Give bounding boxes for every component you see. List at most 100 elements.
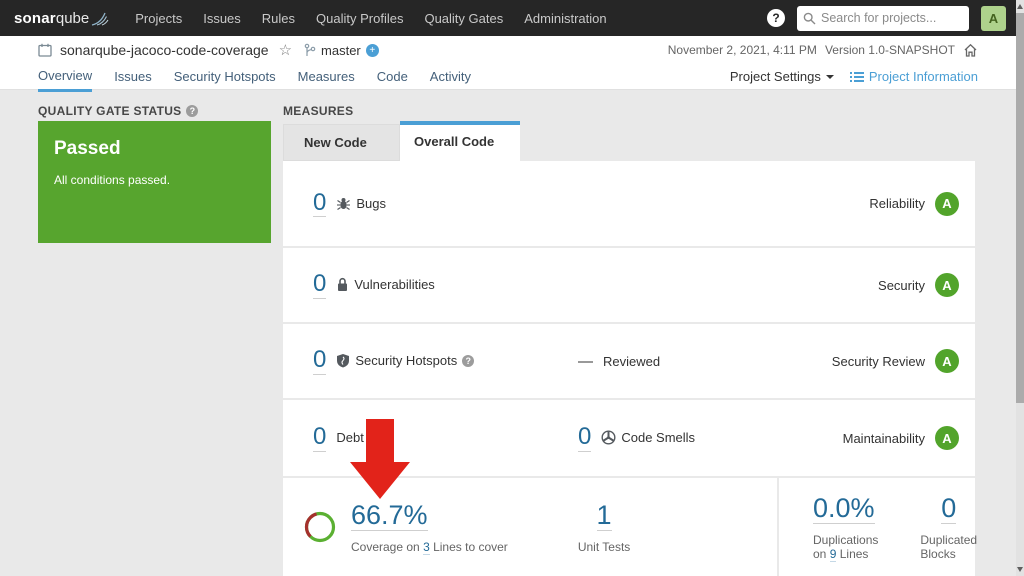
logo-text-qube: qube xyxy=(56,10,89,27)
debt-group: 0 Debt xyxy=(283,424,364,451)
maintainability-rating-badge[interactable]: A xyxy=(935,426,959,450)
quality-gate-heading-text: QUALITY GATE STATUS xyxy=(38,104,181,118)
security-label: Security xyxy=(878,278,925,293)
nav-item-administration[interactable]: Administration xyxy=(524,11,606,26)
sonarqube-app: sonarqube Projects Issues Rules Quality … xyxy=(0,0,1024,576)
code-smells-label-group: Code Smells xyxy=(601,430,695,445)
hotspots-reviewed-group: — Reviewed xyxy=(578,353,660,370)
measures-tab-overall-code[interactable]: Overall Code xyxy=(400,121,520,161)
coverage-subtext: Coverage on 3 Lines to cover xyxy=(351,540,508,554)
main-nav: Projects Issues Rules Quality Profiles Q… xyxy=(135,11,606,26)
logo-text-sonar: sonar xyxy=(14,10,56,27)
project-name[interactable]: sonarqube-jacoco-code-coverage xyxy=(60,42,269,58)
lines-to-cover-link[interactable]: 3 xyxy=(423,540,430,555)
coverage-donut-chart xyxy=(303,510,337,544)
scrollbar-thumb[interactable] xyxy=(1016,13,1024,403)
duplications-value: 0.0% xyxy=(813,493,875,524)
vulnerabilities-label: Vulnerabilities xyxy=(354,277,434,292)
shield-icon xyxy=(336,353,350,368)
tab-activity[interactable]: Activity xyxy=(430,69,471,90)
tab-overview[interactable]: Overview xyxy=(38,68,92,92)
nav-item-projects[interactable]: Projects xyxy=(135,11,182,26)
quality-gate-status-card: Passed All conditions passed. xyxy=(38,121,271,243)
project-settings-label: Project Settings xyxy=(730,69,821,84)
bug-icon xyxy=(336,196,351,211)
code-smells-count-link[interactable]: 0 xyxy=(578,424,591,451)
branch-icon xyxy=(304,43,316,57)
measures-heading-text: MEASURES xyxy=(283,104,353,118)
coverage-sub-suffix: Lines to cover xyxy=(433,540,508,554)
favorite-star-icon[interactable]: ☆ xyxy=(279,41,292,59)
measure-card-duplications: 0.0% Duplications on 9 Lines 0 Duplicate… xyxy=(779,478,975,576)
hotspots-count-link[interactable]: 0 xyxy=(313,347,326,374)
user-avatar[interactable]: A xyxy=(981,6,1006,31)
scrollbar-up-arrow[interactable] xyxy=(1017,4,1023,9)
home-icon[interactable] xyxy=(963,43,978,58)
search-input[interactable] xyxy=(821,11,963,25)
scrollbar-down-arrow[interactable] xyxy=(1017,567,1023,572)
measure-card-coverage: 66.7% Coverage on 3 Lines to cover 1 Uni… xyxy=(283,478,777,576)
debt-label: Debt xyxy=(336,430,363,445)
tab-security-hotspots[interactable]: Security Hotspots xyxy=(174,69,276,90)
hotspots-help-icon[interactable]: ? xyxy=(462,355,474,367)
coverage-sub-prefix: Coverage on xyxy=(351,540,420,554)
duplications-value-group: 0.0% Duplications on 9 Lines xyxy=(813,493,878,560)
top-navbar: sonarqube Projects Issues Rules Quality … xyxy=(0,0,1016,36)
search-icon xyxy=(803,12,816,25)
security-rating-badge[interactable]: A xyxy=(935,273,959,297)
reliability-rating-badge[interactable]: A xyxy=(935,192,959,216)
nav-item-quality-profiles[interactable]: Quality Profiles xyxy=(316,11,403,26)
duplicated-blocks-group: 0 Duplicated Blocks xyxy=(920,493,977,560)
bugs-count-link[interactable]: 0 xyxy=(313,190,326,217)
duplicated-lines-link[interactable]: 9 xyxy=(830,547,837,562)
quality-gate-status: Passed xyxy=(54,138,255,160)
project-header-meta: November 2, 2021, 4:11 PM Version 1.0-SN… xyxy=(668,43,978,58)
code-smells-label: Code Smells xyxy=(621,430,695,445)
list-icon xyxy=(850,71,864,83)
help-icon[interactable]: ? xyxy=(767,9,785,27)
tab-measures[interactable]: Measures xyxy=(298,69,355,90)
reviewed-label: Reviewed xyxy=(603,354,660,369)
duplicated-blocks-count-link[interactable]: 0 xyxy=(941,493,956,524)
lock-icon xyxy=(336,277,349,292)
tab-code[interactable]: Code xyxy=(377,69,408,90)
tab-issues[interactable]: Issues xyxy=(114,69,152,90)
measure-row-vulnerabilities: 0 Vulnerabilities Security A xyxy=(283,248,975,322)
vulnerabilities-count-link[interactable]: 0 xyxy=(313,271,326,298)
measure-row-maintainability: 0 Debt 0 Code Smells Maintainability A xyxy=(283,400,975,476)
search-box xyxy=(797,6,969,31)
measures-heading: MEASURES xyxy=(283,104,353,118)
unit-tests-label: Unit Tests xyxy=(578,540,630,554)
debt-count-link[interactable]: 0 xyxy=(313,424,326,451)
sonarqube-logo[interactable]: sonarqube xyxy=(14,10,109,27)
project-information-button[interactable]: Project Information xyxy=(850,69,978,84)
quality-gate-subtext: All conditions passed. xyxy=(54,173,255,187)
duplications-value-link[interactable]: 0.0% xyxy=(813,493,878,524)
branch-info-icon[interactable]: + xyxy=(366,44,379,57)
quality-gate-help-icon[interactable]: ? xyxy=(186,105,198,117)
project-settings-menu[interactable]: Project Settings xyxy=(730,69,834,84)
branch-selector[interactable]: master + xyxy=(304,43,379,58)
nav-item-quality-gates[interactable]: Quality Gates xyxy=(424,11,503,26)
hotspots-label: Security Hotspots xyxy=(355,353,457,368)
measures-tab-new-code[interactable]: New Code xyxy=(283,124,400,161)
chevron-down-icon xyxy=(826,75,834,79)
quality-gate-heading: QUALITY GATE STATUS ? xyxy=(38,104,198,118)
code-smells-group: 0 Code Smells xyxy=(578,424,695,451)
analysis-date: November 2, 2021, 4:11 PM xyxy=(668,43,817,57)
hotspots-group: 0 Security Hotspots ? xyxy=(283,347,474,374)
unit-tests-count-link[interactable]: 1 xyxy=(597,500,612,531)
nav-item-rules[interactable]: Rules xyxy=(262,11,295,26)
project-icon xyxy=(38,43,52,57)
hotspots-label-group: Security Hotspots ? xyxy=(336,353,474,368)
coverage-value: 66.7% xyxy=(351,500,428,531)
security-review-rating-badge[interactable]: A xyxy=(935,349,959,373)
duplications-group: 0.0% Duplications on 9 Lines 0 Duplicate… xyxy=(779,478,975,576)
branch-name: master xyxy=(321,43,361,58)
unit-tests-count: 1 xyxy=(597,500,612,531)
nav-item-issues[interactable]: Issues xyxy=(203,11,241,26)
coverage-value-link[interactable]: 66.7% xyxy=(351,500,508,531)
page-scrollbar[interactable] xyxy=(1016,0,1024,576)
duplicated-blocks-count: 0 xyxy=(941,493,956,524)
measure-row-security-hotspots: 0 Security Hotspots ? — Reviewed Securit… xyxy=(283,324,975,398)
